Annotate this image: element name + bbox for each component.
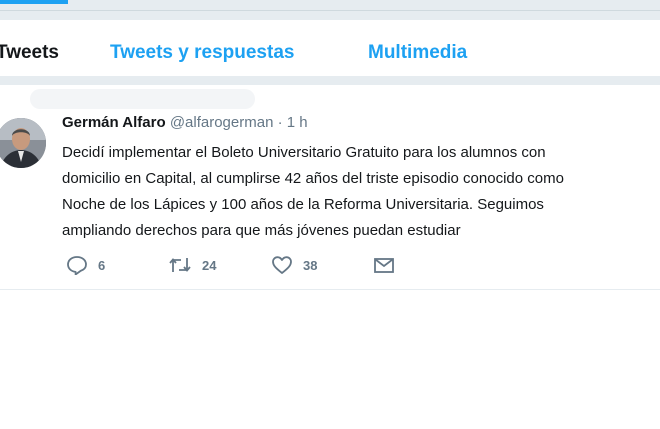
like-count: 38: [303, 257, 318, 273]
timeline-separator: [0, 77, 660, 85]
header-separator: ·: [277, 114, 283, 131]
avatar[interactable]: [0, 118, 46, 168]
tweet-text-line: Noche de los Lápices y 100 años de la Re…: [62, 196, 544, 213]
retweet-button[interactable]: 24: [168, 255, 216, 275]
tab-media[interactable]: Multimedia: [368, 42, 467, 64]
tweet-text-line: ampliando derechos para que más jóvenes …: [62, 222, 461, 239]
tweet-card[interactable]: Germán Alfaro @alfarogerman · 1 h Decidí…: [0, 85, 660, 290]
reply-icon: [67, 256, 87, 275]
direct-message-button[interactable]: [373, 255, 395, 275]
top-divider: [0, 10, 660, 11]
tweet-text: Decidí implementar el Boleto Universitar…: [62, 140, 660, 244]
tweet-actions: 6 24 38: [62, 255, 582, 279]
heart-icon: [272, 256, 292, 274]
tab-tweets[interactable]: Tweets: [0, 42, 59, 64]
avatar-photo-icon: [0, 118, 46, 168]
like-button[interactable]: 38: [271, 255, 317, 275]
redacted-context-line: [30, 89, 255, 109]
author-handle[interactable]: @alfarogerman: [170, 114, 274, 131]
envelope-icon: [374, 258, 394, 273]
retweet-count: 24: [202, 257, 217, 273]
tweet-text-line: domicilio en Capital, al cumplirse 42 añ…: [62, 170, 564, 187]
top-bar: [0, 0, 660, 20]
tweet-timestamp[interactable]: 1 h: [287, 114, 308, 131]
reply-button[interactable]: 6: [66, 255, 105, 275]
tweet-text-line: Decidí implementar el Boleto Universitar…: [62, 144, 546, 161]
top-active-indicator: [0, 0, 68, 4]
tweet-header: Germán Alfaro @alfarogerman · 1 h: [62, 114, 308, 131]
retweet-icon: [169, 258, 191, 272]
author-name[interactable]: Germán Alfaro: [62, 114, 166, 131]
reply-count: 6: [98, 257, 106, 273]
profile-tabs: Tweets Tweets y respuestas Multimedia: [0, 20, 660, 77]
tab-tweets-and-replies[interactable]: Tweets y respuestas: [110, 42, 294, 64]
